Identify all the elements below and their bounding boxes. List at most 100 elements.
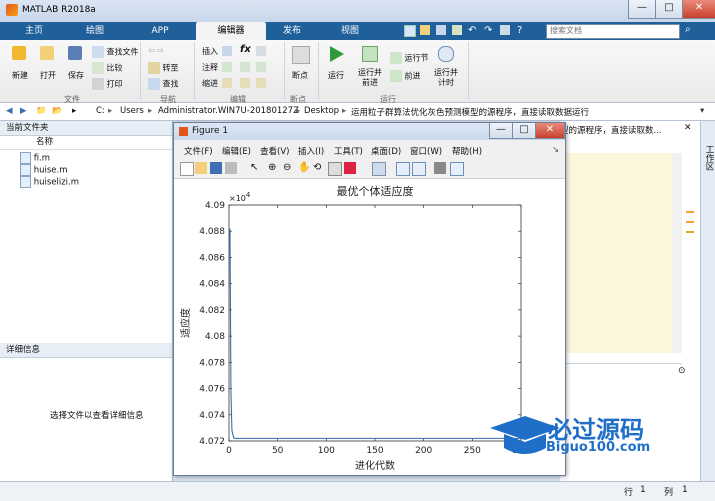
edit-plot-arrow-icon[interactable]: ↖: [250, 162, 262, 174]
show-plot-tools-icon[interactable]: [450, 162, 464, 176]
rotate-3d-icon[interactable]: ⟲: [313, 162, 325, 174]
run-section-button[interactable]: 运行节: [390, 52, 429, 64]
up-folder-icon[interactable]: 📁: [36, 106, 47, 116]
comment-icon[interactable]: [222, 62, 232, 72]
goto-button[interactable]: 转至: [148, 62, 179, 74]
run-time-icon[interactable]: [438, 46, 454, 62]
brush-icon[interactable]: [344, 162, 356, 174]
print-button[interactable]: 打印: [92, 78, 123, 90]
cut-icon[interactable]: [420, 25, 430, 35]
undo-icon[interactable]: ↶: [468, 25, 476, 36]
print-figure-icon[interactable]: [225, 162, 237, 174]
warning-marker[interactable]: [686, 231, 694, 233]
run-button[interactable]: 运行: [328, 70, 344, 81]
data-cursor-icon[interactable]: [328, 162, 342, 176]
save-icon[interactable]: [68, 46, 82, 60]
editor-tab-title[interactable]: 型的源程序，直接读取数...: [560, 124, 680, 136]
breakpoints-icon[interactable]: [292, 46, 310, 64]
scrollbar[interactable]: [672, 153, 682, 353]
back-forward-icon[interactable]: ⇦ ⇨: [148, 46, 164, 55]
menu-view[interactable]: 查看(V): [260, 145, 289, 157]
tab-apps[interactable]: APP: [140, 22, 180, 40]
paste-icon[interactable]: [452, 25, 462, 35]
zoom-out-icon[interactable]: ⊖: [283, 162, 295, 174]
open-file-icon[interactable]: [195, 162, 207, 174]
save-icon[interactable]: [404, 25, 416, 37]
redo-icon[interactable]: ↷: [484, 25, 492, 36]
new-icon[interactable]: [12, 46, 26, 60]
hide-plot-tools-icon[interactable]: [434, 162, 446, 174]
menu-insert[interactable]: 插入(I): [298, 145, 324, 157]
back-icon[interactable]: ◀: [6, 106, 13, 116]
file-item[interactable]: fi.m: [20, 152, 172, 164]
switch-windows-icon[interactable]: [500, 25, 510, 35]
command-window-options-icon[interactable]: ⊙: [678, 366, 686, 376]
figure-minimize-button[interactable]: —: [489, 123, 513, 139]
path-segment[interactable]: Desktop: [304, 106, 339, 116]
column-header-name[interactable]: 名称: [0, 136, 172, 150]
search-input[interactable]: [547, 25, 661, 36]
menu-edit[interactable]: 编辑(E): [222, 145, 251, 157]
run-advance-button[interactable]: 运行并 前进: [358, 68, 382, 88]
save-figure-icon[interactable]: [210, 162, 222, 174]
pan-hand-icon[interactable]: ✋: [298, 162, 310, 174]
zoom-in-icon[interactable]: ⊕: [268, 162, 280, 174]
close-icon[interactable]: ✕: [684, 123, 692, 133]
advance-button[interactable]: 前进: [390, 70, 421, 82]
copy-icon[interactable]: [436, 25, 446, 35]
path-segment[interactable]: Users: [120, 106, 144, 116]
tab-editor[interactable]: 编辑器: [196, 22, 266, 40]
minimize-button[interactable]: —: [628, 0, 656, 19]
comment-button[interactable]: 注释: [202, 62, 218, 73]
insert-section-icon[interactable]: [222, 46, 232, 56]
code-editor[interactable]: [560, 153, 672, 353]
path-segment[interactable]: Administrator.WIN7U-20180127Z: [158, 106, 299, 116]
file-item[interactable]: huiselizi.m: [20, 176, 172, 188]
tab-view[interactable]: 视图: [330, 22, 370, 40]
menu-help[interactable]: 帮助(H): [452, 145, 482, 157]
help-icon[interactable]: ?: [517, 25, 522, 36]
legend-icon[interactable]: [412, 162, 426, 176]
dock-arrow-icon[interactable]: ↘: [552, 145, 559, 155]
path-segment[interactable]: 运用粒子群算法优化灰色预测模型的源程序，直接读取数据运行: [351, 106, 589, 118]
find-files-button[interactable]: 查找文件: [92, 46, 139, 58]
indent-icon[interactable]: [222, 78, 232, 88]
increase-indent-icon[interactable]: [240, 78, 250, 88]
decrease-indent-icon[interactable]: [256, 78, 266, 88]
open-folder-icon[interactable]: [40, 46, 54, 60]
uncomment-icon[interactable]: [240, 62, 250, 72]
colorbar-icon[interactable]: [396, 162, 410, 176]
path-segment[interactable]: C:: [96, 106, 105, 116]
run-time-button[interactable]: 运行并 计时: [434, 68, 458, 88]
insert-button[interactable]: 插入: [202, 46, 218, 57]
new-button[interactable]: 新建: [12, 70, 28, 81]
search-box[interactable]: [546, 24, 680, 39]
open-button[interactable]: 打开: [40, 70, 56, 81]
axes-box[interactable]: [228, 204, 522, 442]
menu-desktop[interactable]: 桌面(D): [371, 145, 401, 157]
insert-cell-icon[interactable]: [256, 46, 266, 56]
run-icon[interactable]: [330, 46, 344, 62]
menu-tools[interactable]: 工具(T): [334, 145, 363, 157]
menu-file[interactable]: 文件(F): [184, 145, 213, 157]
workspace-collapsed-bar[interactable]: 工作区: [700, 121, 715, 491]
wrap-comment-icon[interactable]: [256, 62, 266, 72]
menu-window[interactable]: 窗口(W): [410, 145, 442, 157]
warning-marker[interactable]: [686, 221, 694, 223]
save-button[interactable]: 保存: [68, 70, 84, 81]
tab-plots[interactable]: 绘图: [75, 22, 115, 40]
forward-icon[interactable]: ▶: [20, 106, 27, 116]
figure-close-button[interactable]: ✕: [535, 123, 565, 139]
new-figure-icon[interactable]: [180, 162, 194, 176]
warning-marker[interactable]: [686, 211, 694, 213]
indent-button[interactable]: 缩进: [202, 78, 218, 89]
breakpoints-button[interactable]: 断点: [292, 70, 308, 81]
maximize-button[interactable]: □: [655, 0, 683, 19]
tab-home[interactable]: 主页: [14, 22, 54, 40]
link-plot-icon[interactable]: [372, 162, 386, 176]
run-advance-icon[interactable]: [362, 46, 378, 62]
close-button[interactable]: ✕: [682, 0, 715, 19]
fx-icon[interactable]: fx: [240, 44, 251, 55]
figure-maximize-button[interactable]: □: [512, 123, 536, 139]
tab-publish[interactable]: 发布: [272, 22, 312, 40]
